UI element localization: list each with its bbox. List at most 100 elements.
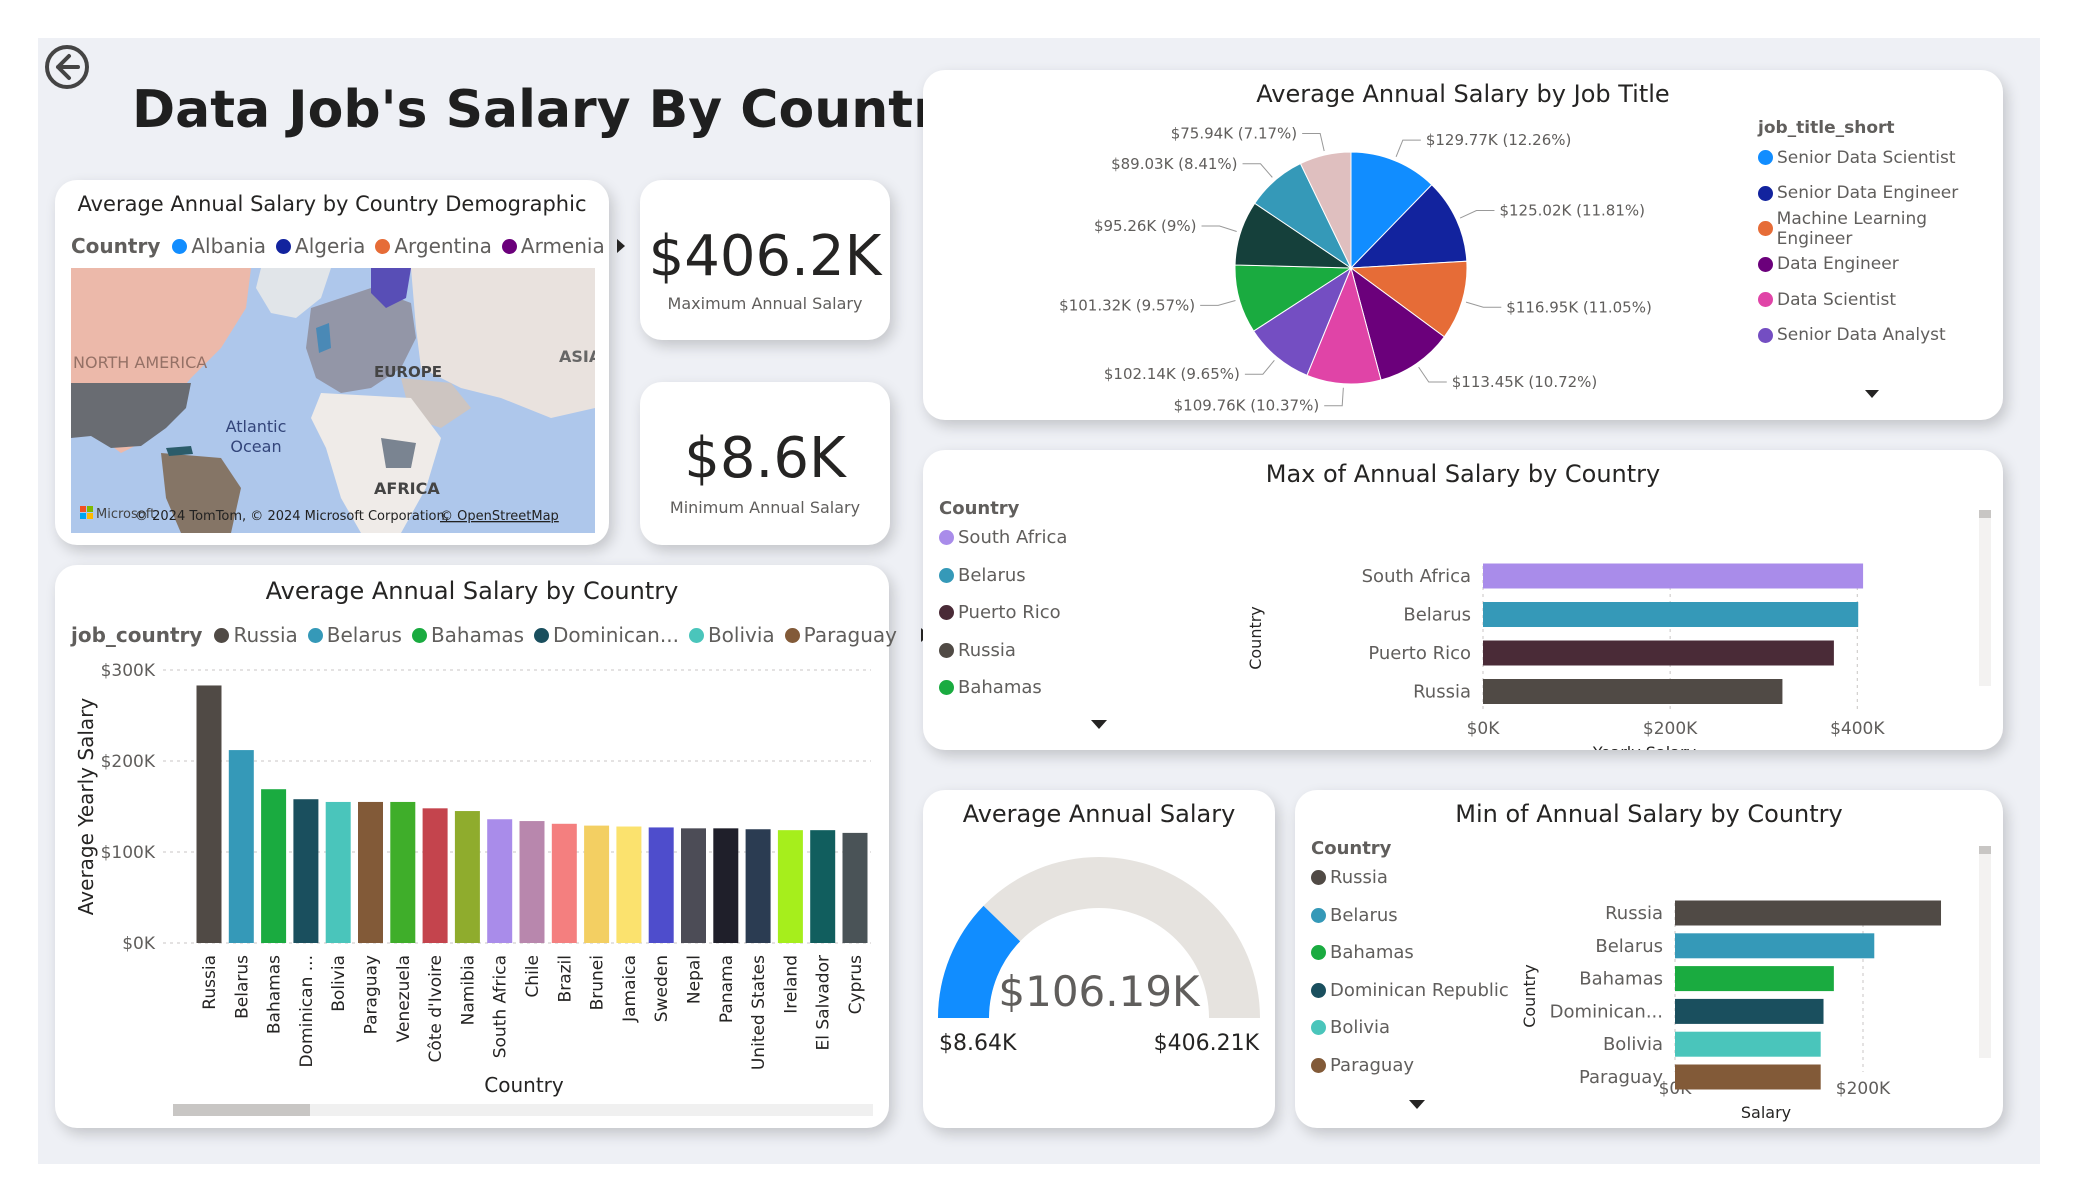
y-tick-label: $100K bbox=[101, 843, 156, 863]
legend-item[interactable]: Dominican... bbox=[534, 623, 679, 647]
bar[interactable] bbox=[1675, 1064, 1821, 1090]
scrollbar-thumb[interactable] bbox=[1979, 510, 1991, 518]
bar[interactable] bbox=[1483, 640, 1834, 666]
legend-item[interactable]: Bahamas bbox=[939, 669, 1067, 707]
pie-legend-item[interactable]: Data Engineer bbox=[1758, 247, 2003, 283]
pie-card[interactable]: Average Annual Salary by Job Title $129.… bbox=[923, 70, 2003, 420]
max-bar-chart[interactable]: $0K $200K $400K South Africa Belarus Puerto R… bbox=[1223, 490, 2003, 750]
bar[interactable] bbox=[325, 801, 351, 943]
pie-title: Average Annual Salary by Job Title bbox=[1256, 80, 1670, 108]
pie-data-label: $95.26K (9%) bbox=[1094, 217, 1197, 235]
pie-leader-line bbox=[1465, 301, 1502, 308]
bar[interactable] bbox=[584, 825, 610, 943]
osm-link[interactable]: © OpenStreetMap bbox=[440, 509, 559, 524]
legend-dot-icon bbox=[411, 627, 427, 643]
legend-scroll-down-icon[interactable] bbox=[1091, 720, 1107, 729]
pie-legend-title: job_title_short bbox=[1758, 118, 1895, 138]
bar[interactable] bbox=[196, 685, 222, 943]
bar[interactable] bbox=[487, 819, 513, 943]
bar[interactable] bbox=[551, 823, 577, 943]
legend-item[interactable]: Russia bbox=[214, 623, 298, 647]
bar[interactable] bbox=[519, 821, 545, 943]
bar[interactable] bbox=[842, 832, 868, 943]
x-tick-label: United States bbox=[749, 955, 769, 1070]
legend-item[interactable]: Belarus bbox=[307, 623, 402, 647]
legend-item[interactable]: Paraguay bbox=[784, 623, 897, 647]
bar[interactable] bbox=[616, 826, 642, 943]
legend-item[interactable]: Belarus bbox=[939, 557, 1067, 595]
legend-item[interactable]: Paraguay bbox=[1311, 1047, 1509, 1085]
bar[interactable] bbox=[745, 829, 771, 943]
bar[interactable] bbox=[681, 828, 706, 943]
legend-item[interactable]: Dominican Republic bbox=[1311, 972, 1509, 1010]
legend-item[interactable]: Algeria bbox=[276, 234, 365, 258]
bar[interactable] bbox=[1675, 1031, 1821, 1057]
bar[interactable] bbox=[293, 799, 319, 943]
bar[interactable] bbox=[1675, 966, 1834, 992]
bar[interactable] bbox=[422, 808, 448, 943]
map-card[interactable]: Average Annual Salary by Country Demogra… bbox=[55, 180, 625, 545]
pie-legend-item[interactable]: Senior Data Scientist bbox=[1758, 140, 2003, 176]
bar[interactable] bbox=[777, 830, 803, 943]
x-tick-label: Brazil bbox=[555, 955, 575, 1002]
bar[interactable] bbox=[1675, 998, 1824, 1024]
scrollbar-thumb[interactable] bbox=[1979, 846, 1991, 854]
legend-dot-icon bbox=[1311, 982, 1326, 998]
legend-dot-icon bbox=[784, 627, 800, 643]
bar[interactable] bbox=[648, 827, 674, 943]
legend-item[interactable]: Russia bbox=[1311, 859, 1509, 897]
legend-item[interactable]: Belarus bbox=[1311, 897, 1509, 935]
legend-item[interactable]: Albania bbox=[172, 234, 266, 258]
bar[interactable] bbox=[261, 789, 287, 943]
pie-legend-item[interactable]: Machine Learning Engineer bbox=[1758, 209, 2003, 249]
world-map[interactable]: NORTH AMERICA EUROPE ASIA AtlanticOcean … bbox=[71, 268, 595, 533]
pie-legend-item[interactable]: Senior Data Analyst bbox=[1758, 318, 2003, 354]
legend-scroll-down-icon[interactable] bbox=[1865, 390, 1879, 398]
bar[interactable] bbox=[454, 811, 480, 943]
legend-item[interactable]: Argentina bbox=[375, 234, 492, 258]
max-bar-card[interactable]: Max of Annual Salary by Country Country … bbox=[923, 450, 2003, 750]
bar[interactable] bbox=[713, 828, 739, 943]
x-tick-label: El Salvador bbox=[814, 955, 834, 1050]
bar[interactable] bbox=[1483, 679, 1783, 704]
legend-label: Armenia bbox=[520, 234, 605, 258]
x-tick-label: Paraguay bbox=[362, 955, 382, 1034]
country-bar-chart[interactable]: $0K $100K $200K $300KAverage Yearly Salary R… bbox=[55, 655, 889, 1125]
legend-item[interactable]: Bahamas bbox=[411, 623, 524, 647]
legend-item[interactable]: Russia bbox=[939, 632, 1067, 670]
pie-legend-item[interactable]: Data Scientist bbox=[1758, 282, 2003, 318]
legend-item[interactable]: Bolivia bbox=[1311, 1009, 1509, 1047]
legend-item[interactable]: Armenia bbox=[501, 234, 605, 258]
x-tick-label: $0K bbox=[1467, 719, 1501, 739]
min-bar-card[interactable]: Min of Annual Salary by Country Country … bbox=[1295, 790, 2003, 1128]
legend-scroll-down-icon[interactable] bbox=[1409, 1100, 1425, 1109]
scrollbar-thumb[interactable] bbox=[173, 1104, 310, 1116]
pie-chart[interactable]: $129.77K (12.26%) $125.02K (11.81%) $116.9… bbox=[923, 110, 1743, 420]
bar[interactable] bbox=[1675, 933, 1875, 959]
bar[interactable] bbox=[228, 750, 254, 943]
bar[interactable] bbox=[1675, 900, 1942, 926]
legend-item[interactable]: Bolivia bbox=[688, 623, 775, 647]
bar[interactable] bbox=[1483, 563, 1864, 589]
legend-item[interactable]: Bahamas bbox=[1311, 934, 1509, 972]
legend-next-arrow-icon[interactable] bbox=[616, 239, 625, 253]
pie-data-label: $129.77K (12.26%) bbox=[1426, 131, 1572, 149]
min-bar-legend: Country Russia Belarus Bahamas Dominican Re… bbox=[1311, 838, 1509, 1084]
back-arrow-icon[interactable] bbox=[44, 44, 90, 90]
legend-item[interactable]: Puerto Rico bbox=[939, 594, 1067, 632]
country-bar-card[interactable]: Average Annual Salary by Country job_cou… bbox=[55, 565, 930, 1128]
pie-legend-item[interactable]: Senior Data Engineer bbox=[1758, 176, 2003, 212]
min-salary-value: $8.6K bbox=[684, 426, 846, 491]
x-tick-label: Bahamas bbox=[265, 955, 285, 1034]
legend-dot-icon bbox=[688, 627, 704, 643]
bar[interactable] bbox=[390, 801, 416, 943]
pie-data-label: $89.03K (8.41%) bbox=[1111, 155, 1237, 173]
scrollbar-track[interactable] bbox=[1979, 846, 1991, 1058]
legend-item[interactable]: South Africa bbox=[939, 519, 1067, 557]
bar[interactable] bbox=[810, 830, 836, 943]
legend-dot-icon bbox=[1758, 292, 1773, 308]
bar[interactable] bbox=[1483, 602, 1859, 627]
scrollbar-track[interactable] bbox=[1979, 510, 1991, 686]
min-bar-chart[interactable]: $0K$200KRussiaBelarusBahamasDominican...… bbox=[1495, 830, 2003, 1128]
bar[interactable] bbox=[358, 801, 383, 943]
